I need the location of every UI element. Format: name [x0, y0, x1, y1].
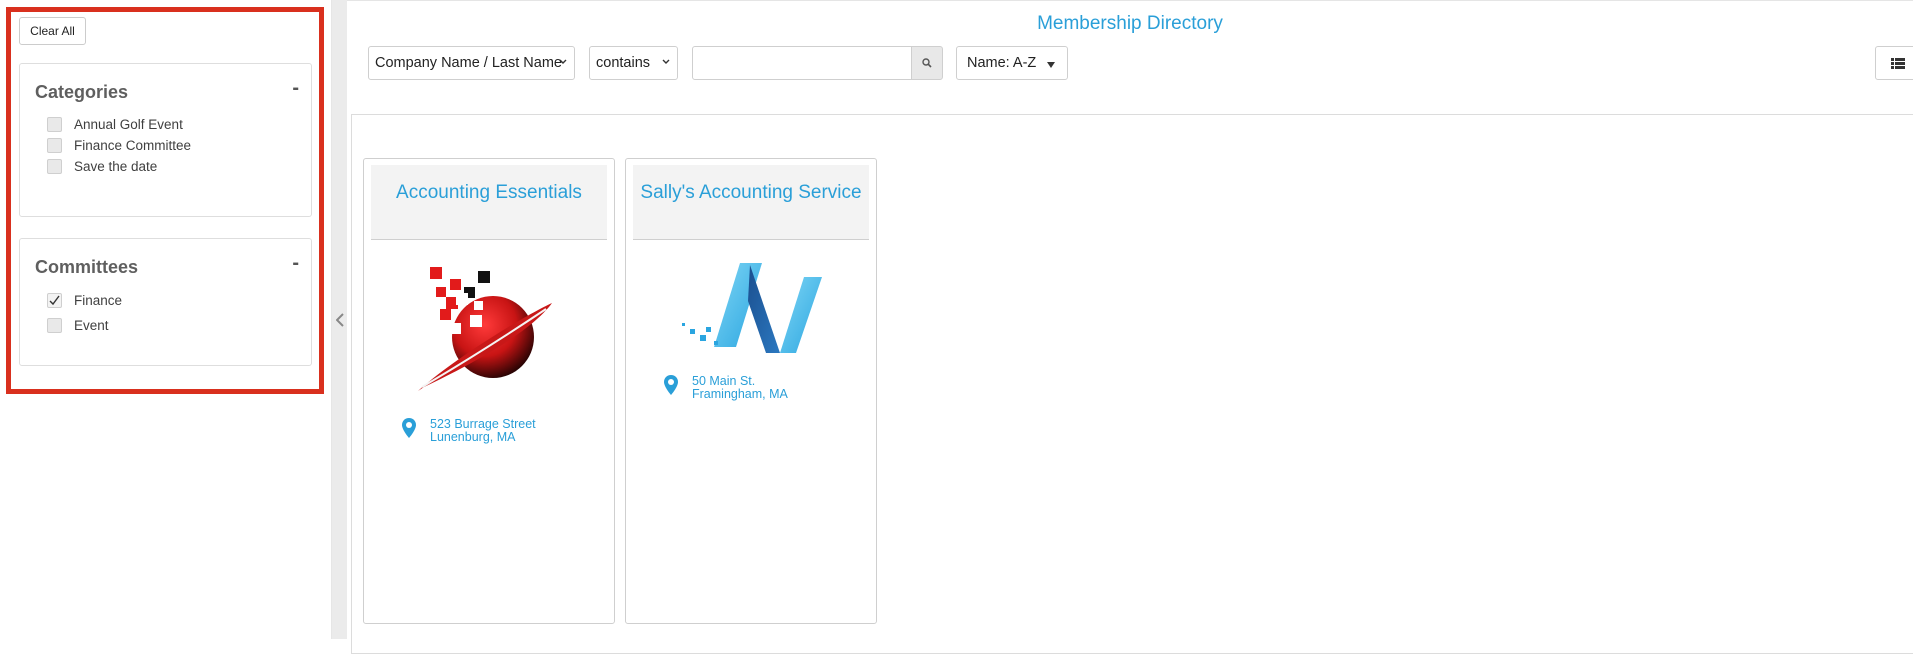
card-header: Sally's Accounting Service	[633, 165, 869, 240]
map-pin-icon	[664, 375, 678, 395]
filter-sidebar: Clear All Categories - Annual Golf Event…	[0, 0, 332, 639]
caret-down-icon	[1047, 62, 1055, 68]
chevron-left-icon	[335, 312, 344, 327]
card-header: Accounting Essentials	[371, 165, 607, 240]
red-planet-logo	[418, 267, 552, 391]
address-text[interactable]: 523 Burrage Street Lunenburg, MA	[430, 418, 536, 444]
list-view-icon	[1890, 57, 1905, 69]
chevron-down-icon	[559, 59, 567, 64]
operator-value: contains	[596, 55, 651, 71]
search-field-value: Company Name / Last Name	[375, 55, 562, 71]
map-pin-icon	[402, 418, 416, 438]
search-button[interactable]	[911, 46, 943, 80]
member-address: 523 Burrage Street Lunenburg, MA	[402, 418, 536, 444]
directory-main: Membership Directory Company Name / Last…	[347, 0, 1913, 654]
blue-n-logo	[682, 263, 822, 353]
page-title: Membership Directory	[1037, 13, 1223, 34]
member-card[interactable]: Sally's Accounting Service 50 Main St. F…	[625, 158, 877, 624]
search-icon	[922, 58, 932, 68]
operator-select[interactable]: contains	[589, 46, 678, 80]
address-line2: Lunenburg, MA	[430, 430, 516, 444]
search-field-select[interactable]: Company Name / Last Name	[368, 46, 575, 80]
chevron-down-icon	[662, 59, 670, 64]
member-address: 50 Main St. Framingham, MA	[664, 375, 788, 401]
address-text[interactable]: 50 Main St. Framingham, MA	[692, 375, 788, 401]
search-input[interactable]	[692, 46, 912, 80]
sort-value: Name: A-Z	[967, 55, 1037, 71]
member-name[interactable]: Sally's Accounting Service	[640, 181, 861, 205]
sidebar-toggle[interactable]	[332, 0, 347, 639]
member-card[interactable]: Accounting Essentials 523 Burrage Street…	[363, 158, 615, 624]
address-line2: Framingham, MA	[692, 387, 788, 401]
list-view-button[interactable]	[1875, 46, 1913, 80]
member-name[interactable]: Accounting Essentials	[396, 181, 582, 205]
sort-select[interactable]: Name: A-Z	[956, 46, 1068, 80]
highlight-box	[6, 7, 324, 394]
